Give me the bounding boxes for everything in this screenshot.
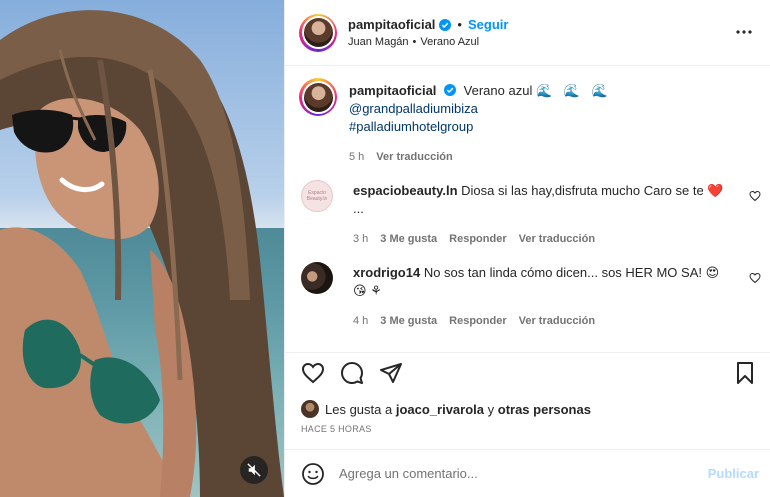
- comment-likes[interactable]: 3 Me gusta: [380, 312, 437, 330]
- ellipsis-icon: [736, 30, 752, 34]
- publish-button[interactable]: Publicar: [708, 466, 759, 481]
- post-dialog: pampitaoficial • Seguir Juan Magán • Ver…: [0, 0, 770, 497]
- verified-icon: [439, 18, 452, 31]
- audio-song[interactable]: Verano Azul: [420, 36, 479, 48]
- comment-like-heart-icon[interactable]: [749, 272, 761, 284]
- comment-input[interactable]: [339, 466, 679, 481]
- comment-translate-button[interactable]: Ver traducción: [519, 230, 595, 248]
- caption-age[interactable]: 5 h: [349, 148, 364, 166]
- comment-avatar[interactable]: [301, 262, 333, 294]
- emoji-icon[interactable]: [301, 462, 325, 486]
- separator-dot: •: [457, 17, 462, 32]
- comment-item: xrodrigo14 No sos tan linda cómo dicen..…: [301, 262, 761, 330]
- caption-translate-button[interactable]: Ver traducción: [376, 148, 452, 166]
- comment-likes[interactable]: 3 Me gusta: [380, 230, 437, 248]
- action-bar: [285, 352, 770, 392]
- share-icon[interactable]: [379, 361, 403, 385]
- mute-button[interactable]: [240, 456, 268, 484]
- comment-avatar[interactable]: Espacio Beauty.ln: [301, 180, 333, 212]
- comment-like-heart-icon[interactable]: [749, 190, 761, 202]
- caption: pampitaoficial Verano azul 🌊 🌊 🌊 @grandp…: [299, 78, 759, 166]
- caption-text: Verano azul: [463, 83, 533, 98]
- add-comment-bar: Publicar: [285, 449, 770, 497]
- comment-item: Espacio Beauty.ln espaciobeauty.ln Diosa…: [301, 180, 761, 248]
- video-subject: [0, 10, 284, 497]
- mute-icon: [247, 463, 261, 477]
- caption-hashtag[interactable]: #palladiumhotelgroup: [349, 119, 473, 134]
- likes-others[interactable]: otras personas: [498, 402, 591, 417]
- comment-reply-button[interactable]: Responder: [449, 312, 506, 330]
- likes-user[interactable]: joaco_rivarola: [396, 402, 484, 417]
- comment-age[interactable]: 3 h: [353, 230, 368, 248]
- likes-prefix: Les gusta a: [325, 401, 393, 417]
- more-options-button[interactable]: [734, 22, 754, 42]
- likes-joiner: y: [487, 401, 495, 417]
- comment-icon[interactable]: [340, 361, 364, 385]
- post-side-panel: pampitaoficial • Seguir Juan Magán • Ver…: [284, 0, 770, 497]
- post-timestamp[interactable]: HACE 5 HORAS: [301, 424, 372, 434]
- comments-scroll-area[interactable]: pampitaoficial Verano azul 🌊 🌊 🌊 @grandp…: [285, 66, 770, 352]
- author-avatar[interactable]: [299, 13, 337, 52]
- liker-avatar[interactable]: [301, 400, 319, 418]
- comment-username[interactable]: xrodrigo14: [353, 265, 420, 280]
- bookmark-icon[interactable]: [733, 361, 757, 385]
- follow-button[interactable]: Seguir: [468, 17, 508, 32]
- audio-separator: •: [412, 36, 417, 48]
- comment-age[interactable]: 4 h: [353, 312, 368, 330]
- comment-reply-button[interactable]: Responder: [449, 230, 506, 248]
- audio-info[interactable]: Juan Magán • Verano Azul: [348, 36, 508, 48]
- comment-username[interactable]: espaciobeauty.ln: [353, 183, 458, 198]
- post-header: pampitaoficial • Seguir Juan Magán • Ver…: [285, 0, 770, 66]
- caption-mention[interactable]: @grandpalladiumibiza: [349, 101, 478, 116]
- likes-summary[interactable]: Les gusta a joaco_rivarola y otras perso…: [301, 400, 591, 418]
- comment-translate-button[interactable]: Ver traducción: [519, 312, 595, 330]
- post-video[interactable]: [0, 0, 284, 497]
- audio-artist[interactable]: Juan Magán: [348, 36, 409, 48]
- caption-username[interactable]: pampitaoficial: [349, 83, 436, 98]
- author-username[interactable]: pampitaoficial: [348, 17, 435, 32]
- caption-emojis: 🌊 🌊 🌊: [535, 83, 612, 98]
- verified-icon: [444, 84, 457, 96]
- caption-avatar[interactable]: [299, 78, 337, 116]
- comment-avatar-text: Espacio Beauty.ln: [306, 190, 328, 202]
- heart-icon[interactable]: [301, 361, 325, 385]
